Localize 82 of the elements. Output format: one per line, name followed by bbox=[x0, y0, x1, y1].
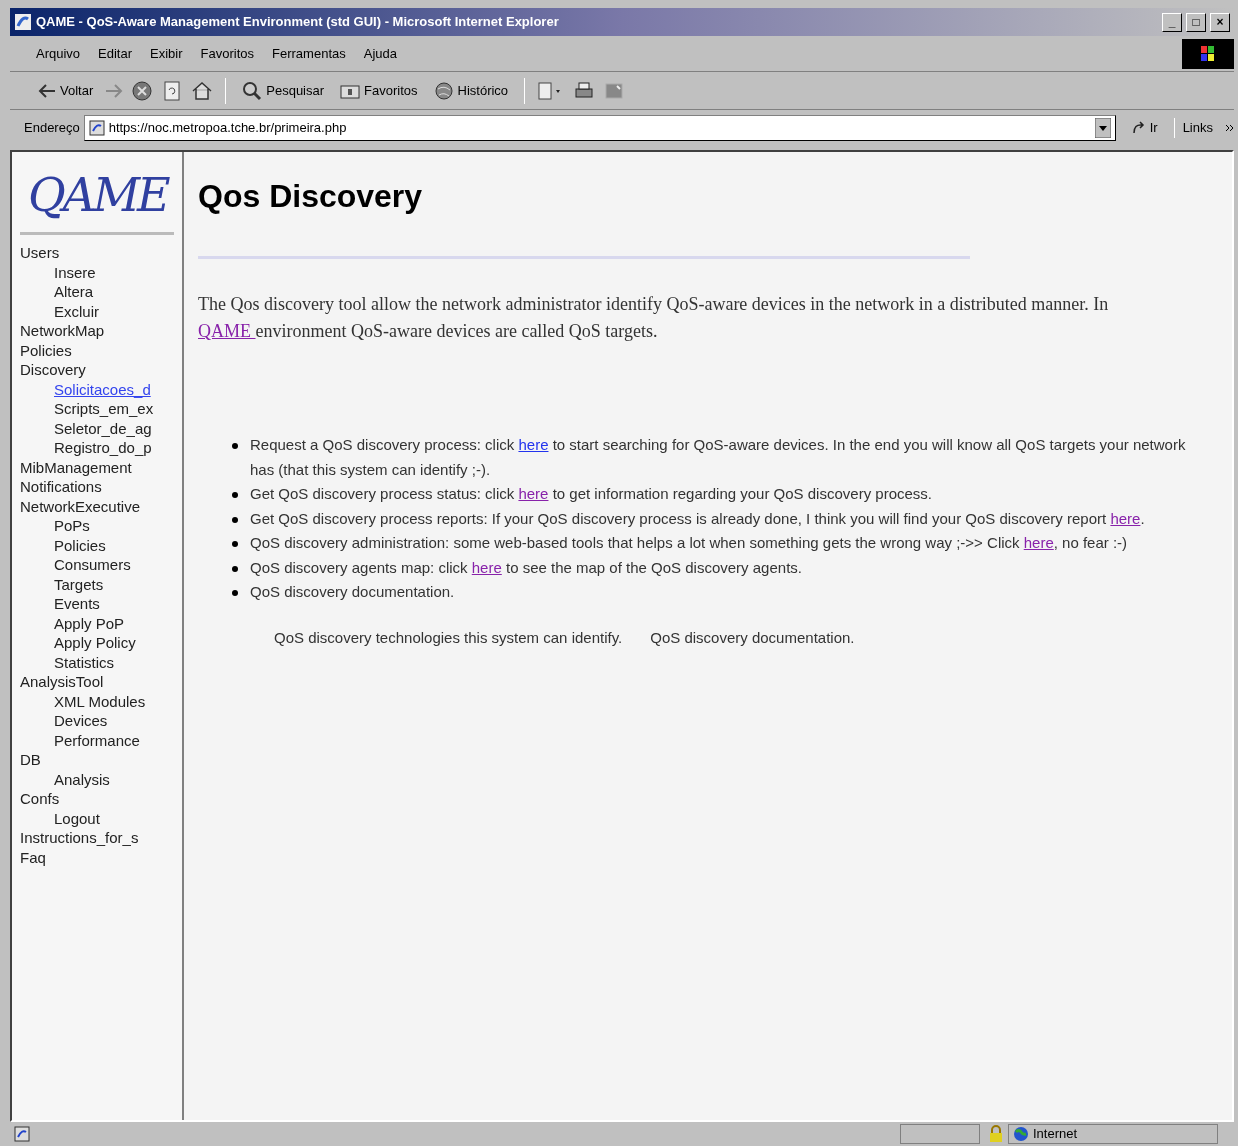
sidebar-link[interactable]: Solicitacoes_d bbox=[20, 379, 182, 399]
toolbar-button[interactable]: Pesquisar bbox=[238, 80, 329, 101]
menu-item[interactable]: Favoritos bbox=[200, 43, 255, 64]
link[interactable]: here bbox=[518, 485, 549, 502]
toolbar-button[interactable]: Histórico bbox=[429, 80, 513, 101]
intro-paragraph: The Qos discovery tool allow the network administrator identify QoS-aware devices in the network in a distributed manner. In QAME environment QoS-aware devices are called QoS targets. bbox=[198, 293, 1110, 343]
chevron-icon[interactable] bbox=[1225, 124, 1234, 132]
window-control-button[interactable]: □ bbox=[1186, 12, 1206, 32]
sidebar-item[interactable]: Altera bbox=[20, 282, 182, 302]
zone-label: Internet bbox=[1033, 1125, 1078, 1144]
lock-icon bbox=[988, 1125, 1004, 1143]
sidebar-item[interactable]: Apply PoP bbox=[20, 613, 182, 633]
link[interactable]: here bbox=[518, 436, 549, 453]
link[interactable]: here bbox=[1023, 534, 1054, 551]
sidebar-item[interactable]: Statistics bbox=[20, 652, 182, 672]
link[interactable]: here bbox=[471, 558, 502, 576]
sidebar-item[interactable]: MibManagement bbox=[20, 457, 182, 477]
stop-icon[interactable] bbox=[131, 79, 154, 102]
dropdown-arrow-icon[interactable] bbox=[1094, 118, 1111, 138]
link[interactable]: here bbox=[1110, 509, 1141, 527]
sidebar-item[interactable]: PoPs bbox=[20, 516, 182, 536]
links-button[interactable]: Links bbox=[1173, 118, 1221, 138]
address-label: Endereço bbox=[24, 119, 80, 138]
sidebar-item[interactable]: XML Modules bbox=[20, 691, 182, 711]
sidebar-item[interactable]: DB bbox=[20, 750, 182, 770]
menu-item[interactable]: Ferramentas bbox=[272, 43, 346, 64]
sidebar-item[interactable]: Registro_do_p bbox=[20, 438, 182, 458]
sidebar-item[interactable]: Targets bbox=[20, 574, 182, 594]
browser-icon bbox=[14, 13, 32, 31]
home-icon[interactable] bbox=[191, 79, 214, 102]
window-control-button[interactable]: × bbox=[1210, 12, 1230, 32]
bullet-text: QoS discovery agents map: click here to see the map of the QoS discovery agents. bbox=[250, 557, 802, 578]
bullet-text: QoS discovery documentation. bbox=[250, 582, 455, 602]
page-icon bbox=[88, 120, 105, 136]
footer-text: QoS discovery documentation. bbox=[650, 627, 855, 648]
bullet-text: Get QoS discovery process reports: If your QoS discovery process is already done, I think you will find your QoS discovery report here. bbox=[250, 508, 1145, 529]
sidebar-item[interactable]: Devices bbox=[20, 711, 182, 731]
menu-item[interactable]: Editar bbox=[98, 43, 133, 64]
bullet-text: Request a QoS discovery process: click here to start searching for QoS-aware devices. In the end you will know all QoS targets your network has (that this system can identify ;-). bbox=[250, 435, 1187, 480]
sidebar-item[interactable]: Confs bbox=[20, 789, 182, 809]
sidebar-item[interactable]: Seletor_de_ag bbox=[20, 418, 182, 438]
menu-item[interactable]: Exibir bbox=[150, 43, 183, 64]
back-arrow-icon bbox=[38, 83, 56, 98]
sidebar-item[interactable]: Policies bbox=[20, 535, 182, 555]
menu-item[interactable]: Arquivo bbox=[36, 43, 81, 64]
sidebar-item[interactable]: Excluir bbox=[20, 301, 182, 321]
link[interactable]: QAME bbox=[198, 321, 256, 341]
sidebar-item[interactable]: Logout bbox=[20, 808, 182, 828]
window-control-button[interactable]: _ bbox=[1162, 12, 1182, 32]
sidebar-item[interactable]: Policies bbox=[20, 340, 182, 360]
address-field[interactable]: https://noc.metropoa.tche.br/primeira.php bbox=[83, 115, 1116, 141]
menu-item[interactable]: Ajuda bbox=[363, 43, 397, 64]
bullet-text: QoS discovery administration: some web-based tools that helps a lot when something gets the wrong way ;->> Click here, no fear :-) bbox=[250, 533, 1128, 553]
sidebar-item[interactable]: Users bbox=[20, 243, 182, 263]
sidebar-item[interactable]: Performance bbox=[20, 730, 182, 750]
sidebar-item[interactable]: Scripts_em_ex bbox=[20, 399, 182, 419]
sidebar-item[interactable]: Apply Policy bbox=[20, 633, 182, 653]
bullet-text: Get QoS discovery process status: click here to get information regarding your QoS discovery process. bbox=[250, 484, 932, 504]
globe-icon bbox=[1013, 1126, 1029, 1142]
go-button[interactable]: Ir bbox=[1119, 118, 1170, 138]
sidebar-item[interactable]: Consumers bbox=[20, 555, 182, 575]
sidebar-item[interactable]: NetworkMap bbox=[20, 321, 182, 341]
sidebar-item[interactable]: Notifications bbox=[20, 477, 182, 497]
sidebar-item[interactable]: Instructions_for_s bbox=[20, 828, 182, 848]
windows-logo-icon bbox=[1182, 38, 1234, 69]
go-arrow-icon bbox=[1131, 121, 1146, 135]
sidebar-item[interactable]: Insere bbox=[20, 262, 182, 282]
page-icon bbox=[14, 1126, 30, 1142]
sidebar-item[interactable]: Discovery bbox=[20, 360, 182, 380]
sidebar-item[interactable]: Faq bbox=[20, 847, 182, 867]
sidebar-item[interactable]: AnalysisTool bbox=[20, 672, 182, 692]
qame-logo: QAME bbox=[27, 172, 170, 218]
footer-text: QoS discovery technologies this system can identify. bbox=[274, 627, 623, 648]
toolbar-button[interactable]: Voltar bbox=[34, 80, 98, 101]
sidebar-item[interactable]: Events bbox=[20, 594, 182, 614]
window-title: QAME - QoS-Aware Management Environment (std GUI) - Microsoft Internet Explorer bbox=[36, 13, 559, 32]
page-heading: Qos Discovery bbox=[198, 177, 424, 216]
sidebar-item[interactable]: NetworkExecutive bbox=[20, 496, 182, 516]
globe-icon bbox=[433, 80, 454, 101]
toolbar-button[interactable]: Favoritos bbox=[336, 80, 422, 101]
sidebar-item[interactable]: Analysis bbox=[20, 769, 182, 789]
search-icon bbox=[242, 80, 263, 101]
